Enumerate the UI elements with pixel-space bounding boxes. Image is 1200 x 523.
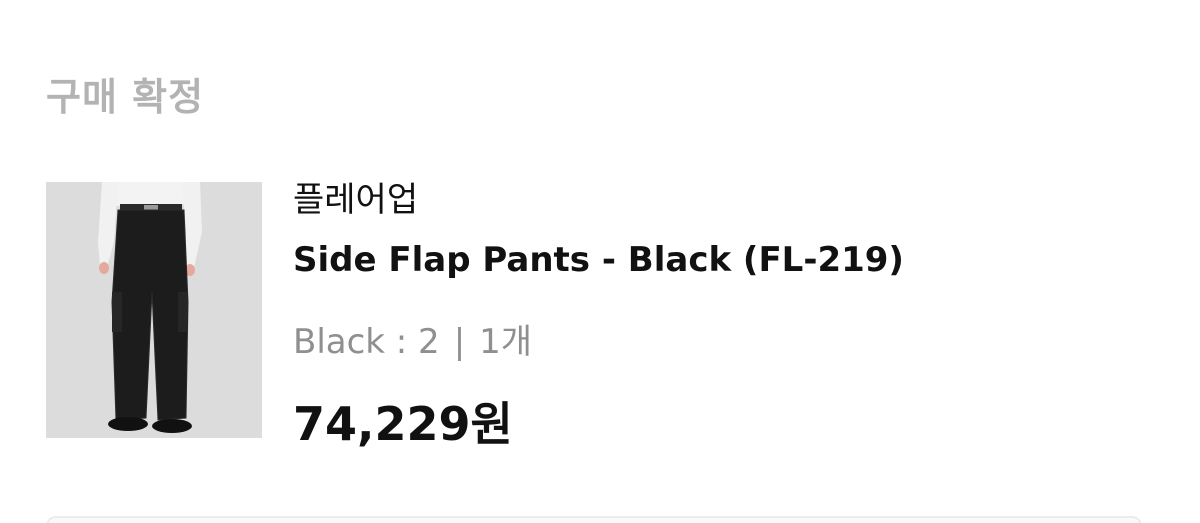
next-section-panel [46,516,1142,523]
product-photo [46,182,262,438]
brand-name[interactable]: 플레어업 [293,172,418,221]
product-name[interactable]: Side Flap Pants - Black (FL-219) [293,240,904,280]
purchase-confirmed-title: 구매 확정 [46,75,205,119]
option-line: Black : 2 | 1개 [293,314,532,363]
order-item-card[interactable]: 플레어업 Side Flap Pants - Black (FL-219) Bl… [46,170,1156,460]
quantity-value: 1개 [479,322,533,362]
order-page: 구매 확정 플레어업 Side Flap Pants - Black (FL-2… [0,0,1200,523]
price: 74,229원 [293,397,513,451]
product-thumbnail[interactable] [46,182,262,438]
option-value: Black : 2 [293,322,440,362]
option-separator: | [453,322,466,362]
